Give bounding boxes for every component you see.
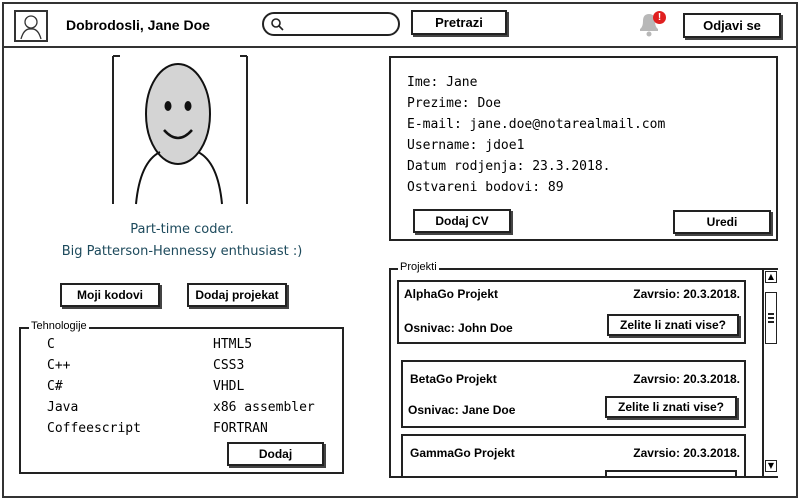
project-more-button[interactable]: Zelite li znati vise? [607,314,739,336]
add-cv-button[interactable]: Dodaj CV [413,209,511,233]
tech-item: Coffeescript [47,421,141,436]
tech-item: C [47,337,55,352]
info-first-name: Ime: Jane [407,75,478,90]
project-finished: Zavrsio: 20.3.2018. [633,446,740,460]
search-button[interactable]: Pretrazi [411,10,507,35]
edit-button[interactable]: Uredi [673,210,771,234]
notifications-bell[interactable]: ! [634,8,668,38]
project-more-button[interactable] [605,470,737,476]
technologies-legend: Tehnologije [29,320,89,332]
notification-badge: ! [653,11,666,24]
tech-item: VHDL [213,379,245,394]
profile-image [112,55,248,205]
add-project-button[interactable]: Dodaj projekat [187,283,287,307]
info-last-name: Prezime: Doe [407,96,501,111]
project-card: BetaGo Projekt Zavrsio: 20.3.2018. Osniv… [401,360,746,428]
project-card: GammaGo Projekt Zavrsio: 20.3.2018. [401,434,746,476]
add-technology-button[interactable]: Dodaj [227,442,324,466]
projects-scrollbar[interactable]: ▲ ▼ [762,270,778,476]
logout-button[interactable]: Odjavi se [683,13,781,38]
projects-legend: Projekti [398,261,439,273]
welcome-text: Dobrodosli, Jane Doe [66,17,210,33]
avatar-icon[interactable] [14,10,48,42]
scroll-down-arrow-icon[interactable]: ▼ [765,460,777,472]
my-codes-button[interactable]: Moji kodovi [60,283,160,307]
tech-item: FORTRAN [213,421,268,436]
info-email: E-mail: jane.doe@notarealmail.com [407,117,666,132]
tech-item: HTML5 [213,337,253,352]
bio-line-2: Big Patterson-Hennessy enthusiast :) [61,244,303,259]
scrollbar-thumb[interactable] [765,292,777,344]
project-name: AlphaGo Projekt [404,287,499,301]
scroll-up-arrow-icon[interactable]: ▲ [765,271,777,283]
tech-item: CSS3 [213,358,245,373]
bio-line-1: Part-time coder. [130,222,234,237]
info-birth-date: Datum rodjenja: 23.3.2018. [407,159,611,174]
project-more-button[interactable]: Zelite li znati vise? [605,396,737,418]
info-points: Ostvareni bodovi: 89 [407,180,564,195]
project-card: AlphaGo Projekt Zavrsio: 20.3.2018. Osni… [397,280,746,344]
project-founder: Osnivac: Jane Doe [408,403,516,417]
project-finished: Zavrsio: 20.3.2018. [633,372,740,386]
person-icon [20,15,42,40]
project-founder: Osnivac: John Doe [404,321,513,335]
search-input[interactable] [262,12,400,36]
projects-panel: AlphaGo Projekt Zavrsio: 20.3.2018. Osni… [389,268,778,478]
search-icon [271,18,284,31]
profile-picture [112,54,248,206]
project-name: BetaGo Projekt [410,372,497,386]
info-username: Username: jdoe1 [407,138,525,153]
project-name: GammaGo Projekt [410,446,515,460]
tech-item: Java [47,400,79,415]
tech-item: C++ [47,358,71,373]
tech-item: x86 assembler [213,400,315,415]
project-finished: Zavrsio: 20.3.2018. [633,287,740,301]
tech-item: C# [47,379,63,394]
